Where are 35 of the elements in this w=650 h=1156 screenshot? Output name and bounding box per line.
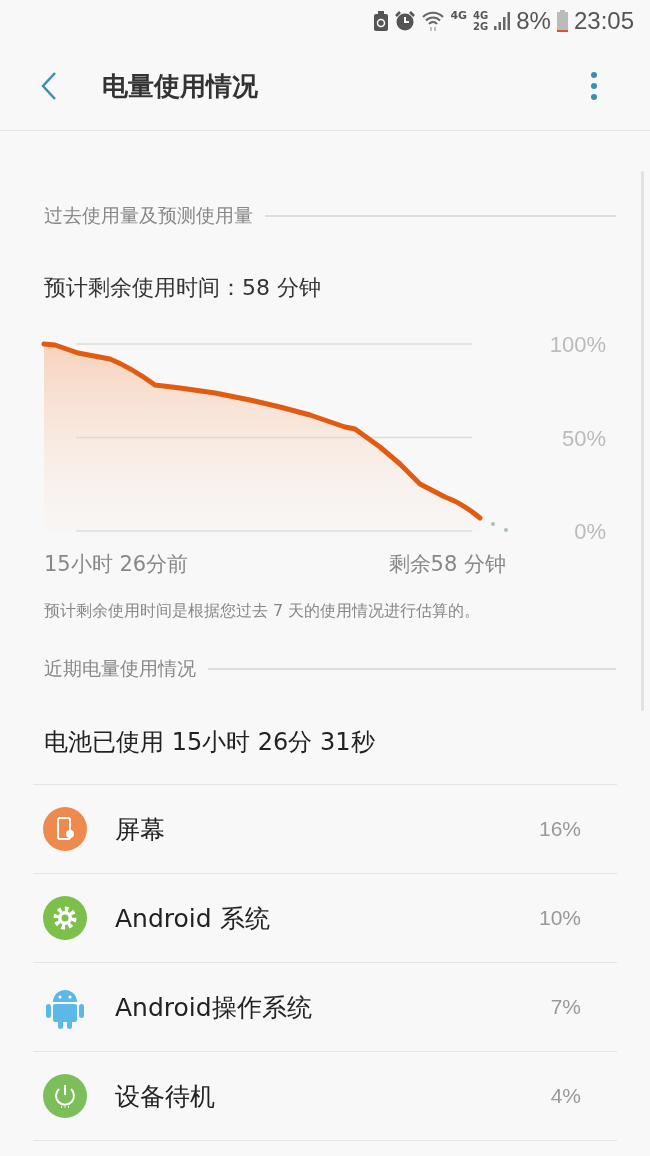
- battery-icon: [556, 10, 568, 32]
- y-axis-label: 100%: [549, 332, 606, 357]
- usage-list-item[interactable]: 设备待机 4%: [33, 1052, 617, 1141]
- usage-list-item[interactable]: Android操作系统 7%: [33, 963, 617, 1052]
- usage-percent: 16%: [538, 817, 581, 841]
- usage-percent: 7%: [550, 995, 581, 1019]
- y-axis-label: 50%: [561, 425, 606, 451]
- page-title: 电量使用情况: [102, 69, 259, 103]
- section-title: 近期电量使用情况: [44, 656, 196, 681]
- network-type-label: 4G: [473, 10, 489, 21]
- x-axis-label: 剩余58 分钟: [388, 552, 506, 576]
- usage-percent: 4%: [550, 1084, 581, 1108]
- estimate-note: 预计剩余使用时间是根据您过去 7 天的使用情况进行估算的。: [43, 600, 482, 622]
- item-name: 设备待机: [115, 1080, 216, 1113]
- more-options-icon[interactable]: [590, 71, 598, 101]
- battery-percent: 8%: [516, 7, 551, 35]
- wifi-icon: [422, 10, 445, 32]
- item-name: Android 系统: [115, 902, 271, 935]
- usage-percent: 10%: [538, 906, 581, 930]
- network-type-label: 4G: [450, 9, 468, 22]
- x-axis-label: 15小时 26分前: [44, 552, 189, 576]
- y-axis-label: 0%: [574, 519, 606, 544]
- item-name: Android操作系统: [115, 991, 313, 1024]
- alarm-icon: [394, 10, 417, 32]
- battery-used-time: 电池已使用 15小时 26分 31秒: [43, 727, 376, 758]
- battery-saver-icon: [374, 11, 389, 31]
- network-type-label: 2G: [473, 21, 489, 32]
- clock-time: 23:05: [573, 7, 634, 35]
- back-icon[interactable]: [40, 71, 58, 101]
- signal-icon: [494, 12, 511, 30]
- section-title: 过去使用量及预测使用量: [44, 203, 253, 228]
- usage-list-item[interactable]: 屏幕 16%: [33, 785, 617, 874]
- estimate-text: 预计剩余使用时间：58 分钟: [43, 274, 322, 302]
- item-name: 屏幕: [115, 813, 166, 846]
- usage-list-item[interactable]: Android 系统 10%: [33, 874, 617, 963]
